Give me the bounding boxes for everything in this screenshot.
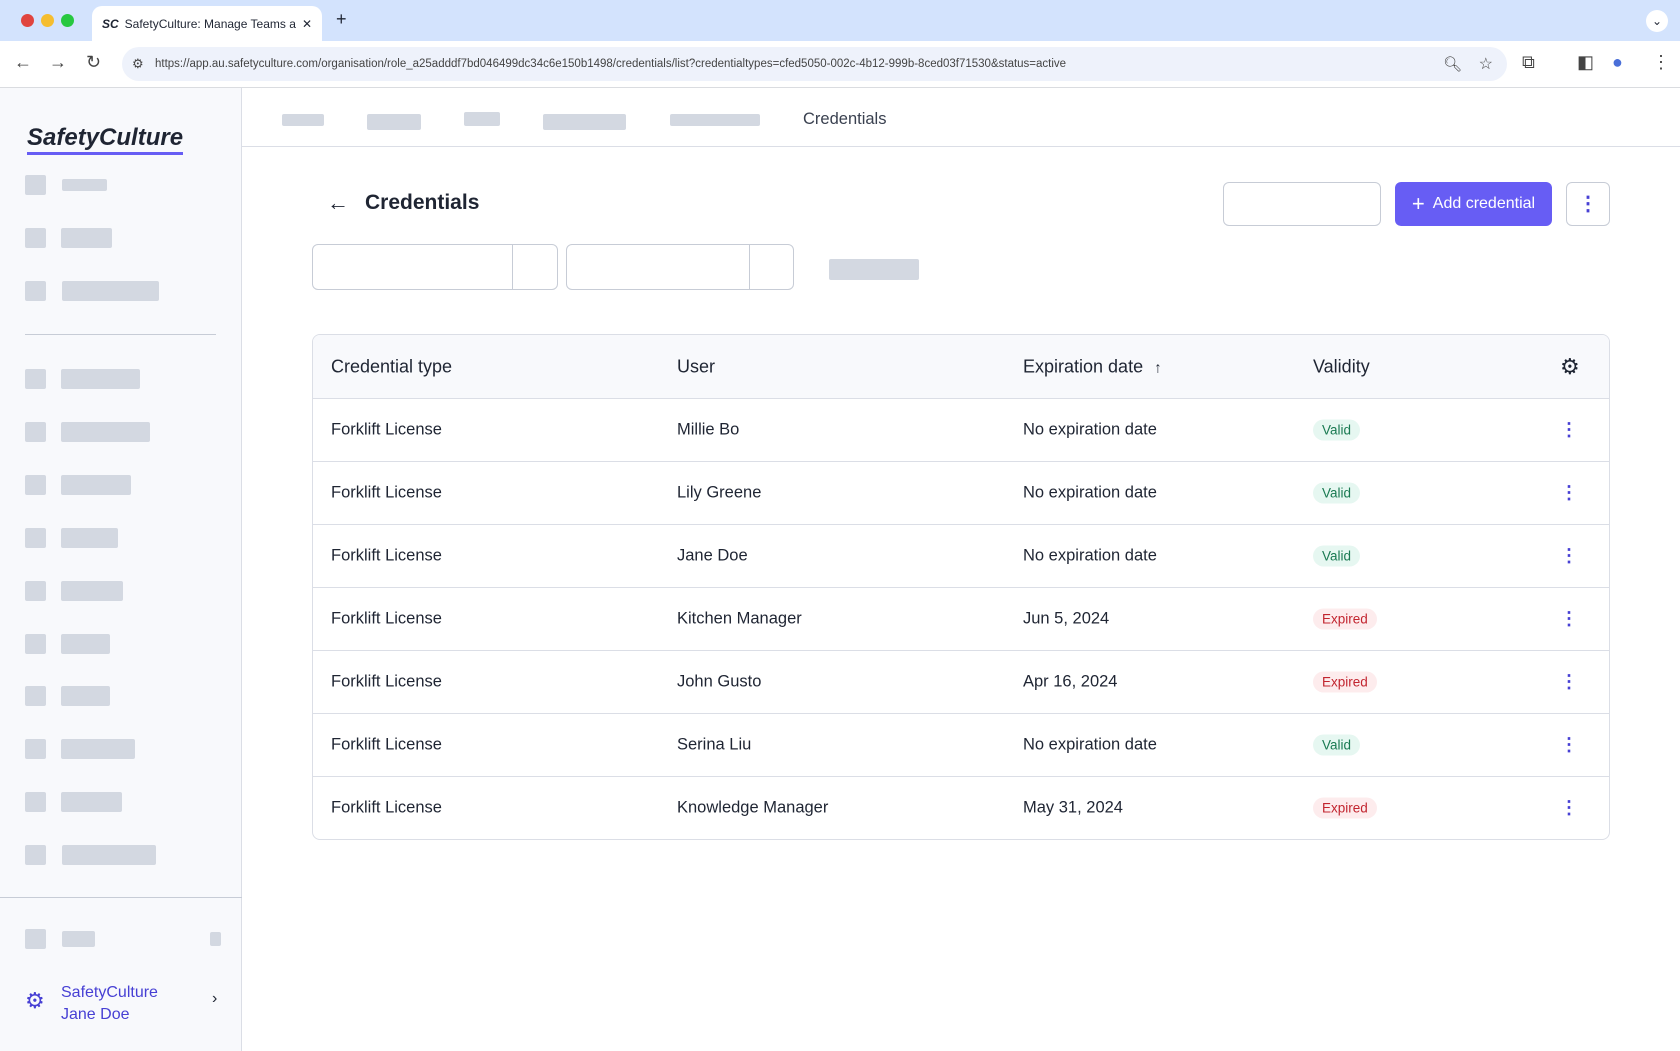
row-actions-icon[interactable]: ⋮ — [1560, 546, 1578, 567]
browser-menu-icon[interactable]: ⋮ — [1652, 52, 1670, 73]
cell-credential-type: Forklift License — [331, 798, 442, 817]
cell-expiration: May 31, 2024 — [1023, 798, 1123, 817]
org-user-switcher[interactable]: SafetyCulture Jane Doe — [61, 982, 158, 1026]
credentials-table: Credential type User Expiration date ↑ V… — [312, 334, 1610, 840]
more-options-button[interactable]: ⋮ — [1566, 182, 1610, 226]
cell-user: John Gusto — [677, 672, 762, 691]
validity-badge: Expired — [1313, 671, 1377, 693]
table-row[interactable]: Forklift License John Gusto Apr 16, 2024… — [313, 650, 1609, 713]
cell-expiration: No expiration date — [1023, 483, 1157, 502]
add-credential-label: Add credential — [1432, 195, 1536, 212]
table-row[interactable]: Forklift License Jane Doe No expiration … — [313, 524, 1609, 587]
filter-dropdown-1[interactable] — [312, 244, 558, 290]
row-actions-icon[interactable]: ⋮ — [1560, 735, 1578, 756]
profile-icon[interactable]: ● — [1612, 52, 1623, 73]
cell-user: Jane Doe — [677, 546, 748, 565]
address-bar[interactable]: ⚙ https://app.au.safetyculture.com/organ… — [122, 47, 1507, 81]
cell-user: Serina Liu — [677, 735, 752, 754]
cell-credential-type: Forklift License — [331, 546, 442, 565]
row-actions-icon[interactable]: ⋮ — [1560, 672, 1578, 693]
settings-gear-icon: ⚙ — [25, 988, 45, 1013]
filter-dropdown-2[interactable] — [566, 244, 794, 290]
tab-title: SafetyCulture: Manage Teams and... — [124, 16, 296, 31]
forward-icon[interactable]: → — [49, 52, 67, 73]
header-credential-type[interactable]: Credential type — [331, 356, 452, 377]
row-actions-icon[interactable]: ⋮ — [1560, 420, 1578, 441]
validity-badge: Valid — [1313, 545, 1361, 567]
validity-badge: Expired — [1313, 797, 1377, 819]
logo: SafetyCulture — [27, 124, 184, 155]
reload-icon[interactable]: ↻ — [86, 52, 101, 73]
validity-badge: Valid — [1313, 734, 1361, 756]
cell-user: Kitchen Manager — [677, 609, 802, 628]
column-settings-gear-icon[interactable]: ⚙ — [1560, 354, 1580, 380]
header-user[interactable]: User — [677, 356, 715, 377]
tab-list-button[interactable]: ⌄ — [1646, 10, 1668, 32]
zoom-icon[interactable]: 🔍︎ — [1443, 55, 1462, 73]
plus-icon: + — [1411, 191, 1425, 216]
cell-credential-type: Forklift License — [331, 609, 442, 628]
minimize-window-button[interactable] — [41, 14, 54, 27]
org-name: SafetyCulture — [61, 984, 158, 1001]
extensions-icon[interactable]: ⧉ — [1522, 52, 1535, 73]
validity-badge: Valid — [1313, 419, 1361, 441]
table-row[interactable]: Forklift License Knowledge Manager May 3… — [313, 776, 1609, 839]
header-validity[interactable]: Validity — [1313, 356, 1370, 377]
cell-user: Lily Greene — [677, 483, 762, 502]
close-tab-icon[interactable]: ✕ — [302, 17, 312, 31]
site-settings-icon[interactable]: ⚙ — [132, 56, 144, 72]
new-tab-button[interactable]: + — [336, 9, 347, 30]
table-row[interactable]: Forklift License Lily Greene No expirati… — [313, 461, 1609, 524]
row-actions-icon[interactable]: ⋮ — [1560, 483, 1578, 504]
header-expiration-date[interactable]: Expiration date ↑ — [1023, 356, 1162, 377]
table-row[interactable]: Forklift License Millie Bo No expiration… — [313, 398, 1609, 461]
sidebar: SafetyCulture ⚙ SafetyCulture Jane Doe › — [0, 88, 242, 1051]
breadcrumb-current: Credentials — [803, 110, 887, 128]
favicon-icon: SC — [102, 16, 119, 31]
browser-tab-bar: SC SafetyCulture: Manage Teams and... ✕ … — [0, 0, 1680, 41]
sort-ascending-icon: ↑ — [1154, 359, 1162, 376]
close-window-button[interactable] — [21, 14, 34, 27]
chevron-right-icon[interactable]: › — [212, 990, 217, 1008]
breadcrumb: Credentials — [242, 88, 1680, 147]
cell-expiration: Apr 16, 2024 — [1023, 672, 1118, 691]
cell-expiration: Jun 5, 2024 — [1023, 609, 1110, 628]
url-text: https://app.au.safetyculture.com/organis… — [155, 58, 1067, 70]
cell-expiration: No expiration date — [1023, 735, 1157, 754]
row-actions-icon[interactable]: ⋮ — [1560, 609, 1578, 630]
validity-badge: Valid — [1313, 482, 1361, 504]
address-toolbar: ← → ↻ ⚙ https://app.au.safetyculture.com… — [0, 41, 1680, 88]
cell-credential-type: Forklift License — [331, 420, 442, 439]
browser-tab[interactable]: SC SafetyCulture: Manage Teams and... ✕ — [92, 6, 322, 41]
cell-expiration: No expiration date — [1023, 546, 1157, 565]
back-arrow-icon[interactable]: ← — [327, 190, 349, 216]
cell-credential-type: Forklift License — [331, 483, 442, 502]
add-credential-button[interactable]: + Add credential — [1395, 182, 1552, 226]
cell-expiration: No expiration date — [1023, 420, 1157, 439]
table-header: Credential type User Expiration date ↑ V… — [313, 335, 1609, 398]
row-actions-icon[interactable]: ⋮ — [1560, 798, 1578, 819]
cell-credential-type: Forklift License — [331, 735, 442, 754]
table-row[interactable]: Forklift License Kitchen Manager Jun 5, … — [313, 587, 1609, 650]
back-icon[interactable]: ← — [14, 52, 32, 73]
search-input[interactable] — [1223, 182, 1381, 226]
user-name: Jane Doe — [61, 1006, 130, 1023]
side-panel-icon[interactable]: ◧ — [1577, 52, 1594, 73]
maximize-window-button[interactable] — [61, 14, 74, 27]
cell-user: Millie Bo — [677, 420, 740, 439]
validity-badge: Expired — [1313, 608, 1377, 630]
cell-user: Knowledge Manager — [677, 798, 829, 817]
table-row[interactable]: Forklift License Serina Liu No expiratio… — [313, 713, 1609, 776]
cell-credential-type: Forklift License — [331, 672, 442, 691]
bookmark-star-icon[interactable]: ☆ — [1479, 54, 1493, 74]
page-title: Credentials — [365, 191, 480, 214]
